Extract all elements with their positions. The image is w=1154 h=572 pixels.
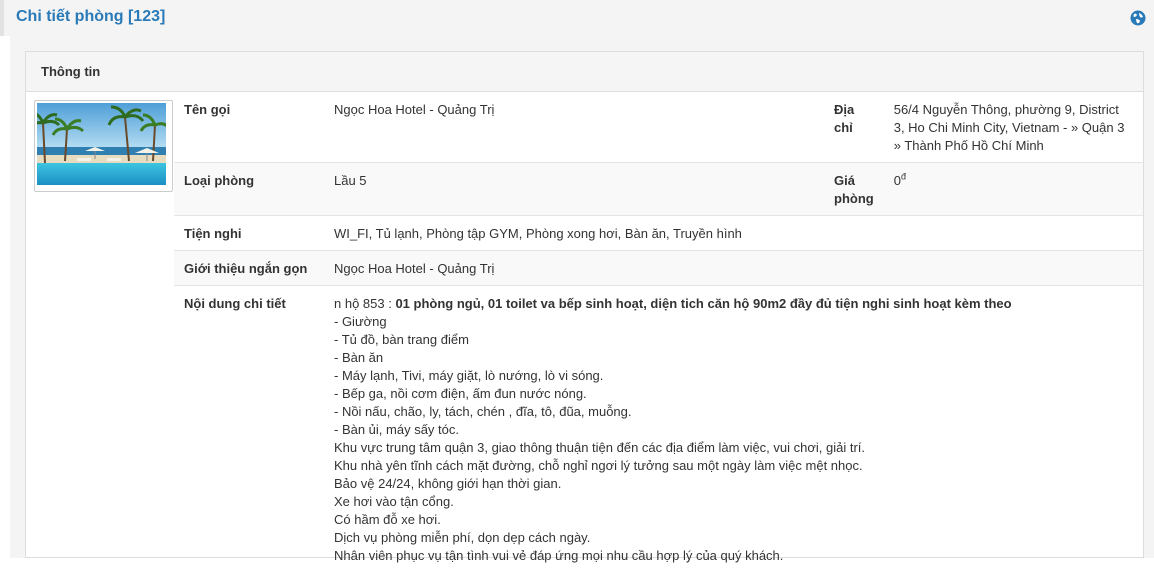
room-thumbnail[interactable] [34, 100, 173, 192]
page-title: Chi tiết phòng [123] [16, 8, 165, 26]
detail-line: - Máy lạnh, Tivi, máy giặt, lò nướng, lò… [334, 367, 1133, 385]
price-label: Giáphòng [824, 163, 884, 216]
intro-value: Ngọc Hoa Hotel - Quảng Trị [324, 251, 1143, 286]
name-label: Tên gọi [174, 92, 324, 163]
detail-line: Xe hơi vào tận cổng. [334, 493, 1133, 511]
page-header: Chi tiết phòng [123] [0, 0, 1154, 36]
detail-line: - Bàn ủi, máy sấy tóc. [334, 421, 1133, 439]
row-detail: Nội dung chi tiết n hộ 853 : 01 phòng ng… [174, 286, 1143, 572]
amenities-value: WI_FI, Tủ lạnh, Phòng tập GYM, Phòng xon… [324, 216, 1143, 251]
detail-line: Khu nhà yên tĩnh cách mặt đường, chỗ ngh… [334, 457, 1133, 475]
detail-line: Dịch vụ phòng miễn phí, dọn dẹp cách ngà… [334, 529, 1133, 547]
detail-label: Nội dung chi tiết [174, 286, 324, 572]
room-type-value: Lầu 5 [324, 163, 824, 216]
detail-line: - Tủ đồ, bàn trang điểm [334, 331, 1133, 349]
row-amenities: Tiện nghi WI_FI, Tủ lạnh, Phòng tập GYM,… [174, 216, 1143, 251]
detail-line: - Bếp ga, nồi cơm điện, ấm đun nước nóng… [334, 385, 1133, 403]
address-label: Địachỉ [824, 92, 884, 163]
room-type-label: Loại phòng [174, 163, 324, 216]
detail-line: - Nồi nấu, chão, ly, tách, chén , đĩa, t… [334, 403, 1133, 421]
intro-label: Giới thiệu ngắn gọn [174, 251, 324, 286]
address-value: 56/4 Nguyễn Thông, phường 9, District 3,… [884, 92, 1143, 163]
amenities-label: Tiện nghi [174, 216, 324, 251]
price-value: 0đ [884, 163, 1143, 216]
detail-line: Khu vực trung tâm quận 3, giao thông thu… [334, 439, 1133, 457]
detail-line: - Giường [334, 313, 1133, 331]
room-info-table: Tên gọi Ngọc Hoa Hotel - Quảng Trị Địach… [174, 92, 1143, 572]
row-roomtype-price: Loại phòng Lầu 5 Giáphòng 0đ [174, 163, 1143, 216]
detail-line: - Bàn ăn [334, 349, 1133, 367]
panel-heading: Thông tin [26, 52, 1143, 92]
info-panel: Thông tin [25, 51, 1144, 558]
currency-symbol: đ [901, 172, 906, 182]
detail-content: n hộ 853 : 01 phòng ngủ, 01 toilet va bế… [324, 286, 1143, 572]
name-value: Ngọc Hoa Hotel - Quảng Trị [324, 92, 824, 163]
detail-line: Bảo vệ 24/24, không giới hạn thời gian. [334, 475, 1133, 493]
hotel-beach-photo [37, 103, 166, 185]
detail-line: Nhân viên phục vụ tận tình vui vẻ đáp ứn… [334, 547, 1133, 565]
detail-line: Có hầm đỗ xe hơi. [334, 511, 1133, 529]
row-intro: Giới thiệu ngắn gọn Ngọc Hoa Hotel - Quả… [174, 251, 1143, 286]
detail-first-line: n hộ 853 : 01 phòng ngủ, 01 toilet va bế… [334, 295, 1133, 313]
row-name-address: Tên gọi Ngọc Hoa Hotel - Quảng Trị Địach… [174, 92, 1143, 163]
globe-icon[interactable] [1130, 10, 1146, 26]
detail-lines: - Giường- Tủ đồ, bàn trang điểm- Bàn ăn-… [334, 313, 1133, 565]
